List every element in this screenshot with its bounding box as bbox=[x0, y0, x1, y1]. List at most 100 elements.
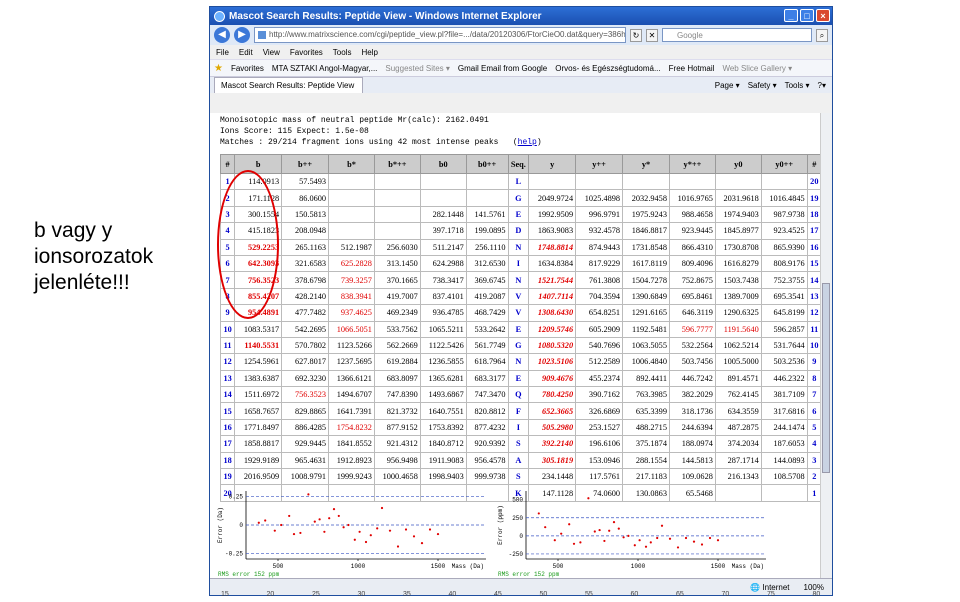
table-cell: 865.9390 bbox=[760, 238, 808, 256]
x-tick-label: 1500 bbox=[431, 563, 446, 570]
table-cell: 1308.6430 bbox=[528, 304, 577, 322]
table-cell: 747.8390 bbox=[373, 386, 421, 404]
table-cell: 1617.8119 bbox=[622, 254, 670, 273]
scrollbar-thumb[interactable] bbox=[822, 283, 830, 473]
table-cell: 109.0628 bbox=[668, 468, 716, 486]
menu-view[interactable]: View bbox=[263, 48, 280, 57]
table-cell: 1407.7114 bbox=[528, 287, 577, 306]
data-point bbox=[353, 538, 356, 541]
table-cell: 17 bbox=[219, 435, 236, 453]
table-cell: 540.7696 bbox=[575, 336, 624, 355]
table-cell: 891.4571 bbox=[714, 369, 762, 388]
menu-file[interactable]: File bbox=[216, 48, 229, 57]
favorite-link-hotmail[interactable]: Free Hotmail bbox=[669, 64, 715, 73]
favorite-link-orvos[interactable]: Orvos- és Egészségtudomá... bbox=[555, 64, 660, 73]
table-cell: 1237.5695 bbox=[328, 353, 375, 371]
table-cell: 1023.5106 bbox=[528, 353, 577, 371]
y-tick-label: 0.25 bbox=[229, 494, 244, 501]
refresh-icon[interactable]: ↻ bbox=[630, 28, 642, 42]
help-menu[interactable]: ?▾ bbox=[818, 81, 826, 90]
table-cell: I bbox=[507, 418, 530, 437]
col-header: b++ bbox=[281, 154, 330, 174]
data-point bbox=[603, 539, 606, 543]
table-row: 8 855.4207 428.2140 838.3941 419.7007 837.410… bbox=[219, 287, 822, 306]
menu-favorites[interactable]: Favorites bbox=[290, 48, 323, 57]
vertical-scrollbar[interactable] bbox=[820, 113, 832, 580]
favorite-link-gmail[interactable]: Gmail Email from Google bbox=[458, 64, 547, 73]
data-point bbox=[388, 529, 392, 532]
favorite-link-suggested[interactable]: Suggested Sites ▾ bbox=[385, 64, 450, 73]
table-cell: 923.4525 bbox=[760, 222, 808, 240]
data-point bbox=[708, 536, 712, 540]
favorite-link-webslice[interactable]: Web Slice Gallery ▾ bbox=[722, 64, 792, 73]
menu-help[interactable]: Help bbox=[361, 48, 377, 57]
table-cell: 57.5493 bbox=[281, 172, 330, 191]
data-point bbox=[337, 514, 340, 518]
minimize-button[interactable]: _ bbox=[784, 9, 798, 22]
table-row: 9 954.4891 477.7482 937.4625 469.2349 936.478… bbox=[219, 304, 822, 322]
menu-tools[interactable]: Tools bbox=[333, 48, 352, 57]
table-cell: 1748.8814 bbox=[528, 238, 577, 256]
table-row: 5 529.2253 265.1163 512.1987 256.6030 511.214… bbox=[219, 238, 822, 256]
table-cell: 1641.7391 bbox=[328, 402, 375, 420]
table-cell: 375.1874 bbox=[622, 435, 670, 453]
table-cell: 996.9791 bbox=[575, 205, 624, 224]
data-point bbox=[617, 527, 620, 530]
col-header: y++ bbox=[575, 154, 624, 174]
table-cell: 808.9176 bbox=[760, 254, 808, 273]
y-tick-label: 0 bbox=[239, 522, 243, 529]
table-cell: 1122.5426 bbox=[419, 336, 467, 355]
close-button[interactable]: × bbox=[816, 9, 830, 22]
table-cell: 1840.8712 bbox=[419, 435, 467, 453]
forward-arrow-icon[interactable]: ▶ bbox=[234, 27, 250, 43]
favorite-link-sztaki[interactable]: MTA SZTAKI Angol-Magyar,... bbox=[272, 64, 378, 73]
table-cell: 117.5761 bbox=[575, 468, 624, 486]
table-cell: 487.2875 bbox=[714, 418, 762, 437]
data-point bbox=[323, 530, 326, 533]
table-cell: 313.1450 bbox=[373, 254, 421, 273]
table-cell: 987.9738 bbox=[760, 205, 808, 224]
table-cell: 1025.4898 bbox=[575, 189, 624, 207]
back-arrow-icon[interactable]: ◀ bbox=[214, 27, 230, 43]
table-cell: 921.4312 bbox=[373, 435, 421, 453]
maximize-button[interactable]: □ bbox=[800, 9, 814, 22]
col-header: y*++ bbox=[668, 154, 716, 174]
table-cell: 646.3119 bbox=[668, 304, 716, 322]
table-cell: 1845.8977 bbox=[714, 222, 762, 240]
table-cell: V bbox=[507, 304, 530, 322]
table-cell: 382.2029 bbox=[668, 386, 716, 404]
data-point bbox=[684, 536, 688, 540]
table-cell: 837.4101 bbox=[419, 287, 467, 306]
table-header: # b b++ b* b*++ b0 b0++ Seq. y y++ y* y*++ y0 y0++ # bbox=[219, 154, 822, 174]
menu-edit[interactable]: Edit bbox=[239, 48, 253, 57]
stop-icon[interactable]: ✕ bbox=[646, 28, 658, 42]
tab-peptide-view[interactable]: Mascot Search Results: Peptide View bbox=[214, 77, 364, 93]
data-point bbox=[544, 526, 547, 529]
address-bar[interactable]: http://www.matrixscience.com/cgi/peptide… bbox=[254, 27, 626, 43]
data-point bbox=[676, 546, 680, 549]
table-cell bbox=[465, 189, 509, 207]
ruler-tick: 60 bbox=[630, 591, 639, 598]
search-input[interactable]: Google bbox=[662, 28, 812, 42]
safety-menu[interactable]: Safety ▾ bbox=[748, 81, 777, 90]
table-cell: E bbox=[507, 205, 530, 224]
page-menu[interactable]: Page ▾ bbox=[715, 81, 740, 90]
favorites-button[interactable]: Favorites bbox=[231, 64, 264, 73]
table-cell: E bbox=[507, 369, 530, 388]
rms-error-label: RMS error 152 ppm bbox=[498, 571, 560, 578]
table-cell: 512.2589 bbox=[575, 353, 624, 371]
tab-row: Mascot Search Results: Peptide View Page… bbox=[210, 77, 832, 93]
tools-menu[interactable]: Tools ▾ bbox=[785, 81, 810, 90]
table-cell: 188.0974 bbox=[668, 435, 716, 453]
table-cell: 282.1448 bbox=[419, 205, 467, 224]
table-cell: 866.4310 bbox=[668, 238, 716, 256]
table-cell: 321.6583 bbox=[281, 254, 330, 273]
help-link[interactable]: help bbox=[518, 138, 537, 147]
search-icon[interactable]: ⌕ bbox=[816, 28, 828, 42]
x-tick-label: 1000 bbox=[351, 563, 366, 570]
x-axis-label: Mass (Da) bbox=[452, 563, 484, 570]
table-cell: 397.1718 bbox=[419, 222, 467, 240]
table-cell: 532.2564 bbox=[668, 336, 716, 355]
table-cell: 820.8812 bbox=[465, 402, 509, 420]
table-cell: 533.2642 bbox=[465, 320, 509, 338]
